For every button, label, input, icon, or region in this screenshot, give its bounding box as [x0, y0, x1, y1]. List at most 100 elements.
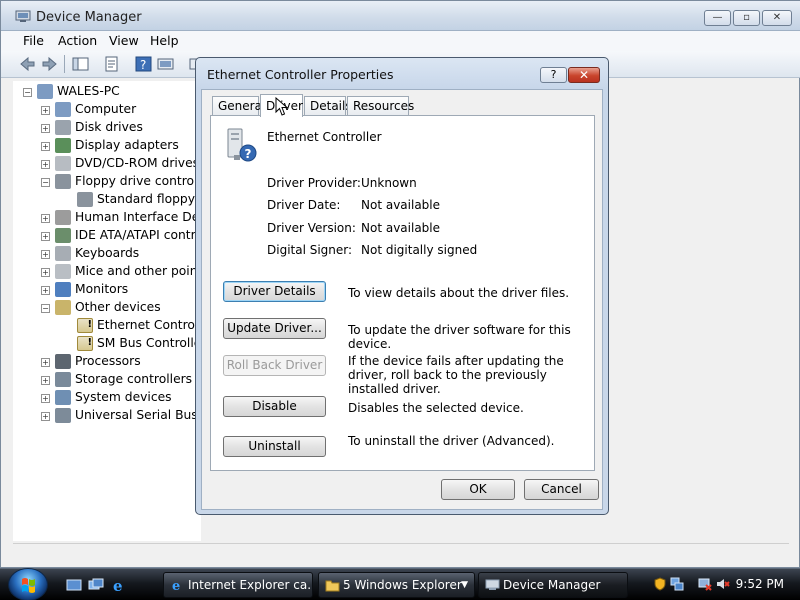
collapse-icon[interactable]: −: [41, 304, 50, 313]
tree-item[interactable]: + Universal Serial Bus controllers: [13, 407, 201, 425]
computer-icon: [55, 102, 71, 117]
mouse-pointer-icon: [275, 97, 289, 116]
show-hide-tree-icon[interactable]: [71, 55, 90, 73]
expand-icon[interactable]: +: [41, 268, 50, 277]
collapse-icon[interactable]: −: [41, 178, 50, 187]
display-adapter-icon: [55, 138, 71, 153]
security-shield-icon[interactable]: [653, 577, 667, 591]
internet-explorer-icon[interactable]: e: [111, 577, 127, 593]
close-button[interactable]: ✕: [762, 10, 792, 26]
show-desktop-icon[interactable]: [66, 577, 82, 593]
expand-icon[interactable]: +: [41, 142, 50, 151]
tree-item-label: Processors: [75, 354, 141, 368]
expand-icon[interactable]: +: [41, 106, 50, 115]
tree-item[interactable]: ! Ethernet Controller: [13, 317, 201, 335]
tree-item[interactable]: − Other devices: [13, 299, 201, 317]
tree-item[interactable]: − WALES-PC: [13, 83, 201, 101]
title-bar[interactable]: Device Manager — ▫ ✕: [1, 1, 800, 31]
dialog-help-button[interactable]: ?: [540, 67, 567, 83]
window-title: Device Manager: [36, 10, 142, 25]
ie-icon: e: [172, 579, 180, 592]
expand-icon[interactable]: +: [41, 286, 50, 295]
menu-action[interactable]: Action: [58, 33, 97, 48]
expand-icon[interactable]: +: [41, 358, 50, 367]
device-tree[interactable]: − WALES-PC + Computer + Disk drives + Display a…: [13, 81, 201, 541]
switch-windows-icon[interactable]: [88, 577, 104, 593]
tree-item[interactable]: + DVD/CD-ROM drives: [13, 155, 201, 173]
expand-icon[interactable]: +: [41, 124, 50, 133]
tree-item[interactable]: + Disk drives: [13, 119, 201, 137]
dialog-body: General Driver Details Resources ? Ether…: [201, 89, 603, 510]
taskbar-button-internet-explorer[interactable]: e Internet Explorer ca...: [163, 572, 313, 598]
expand-icon[interactable]: +: [41, 214, 50, 223]
svg-text:e: e: [172, 579, 180, 592]
forward-arrow-icon[interactable]: [40, 55, 59, 73]
tree-item[interactable]: + Display adapters: [13, 137, 201, 155]
network-disconnected-icon[interactable]: [698, 577, 712, 591]
computer-icon: [37, 84, 53, 99]
roll-back-driver-button[interactable]: Roll Back Driver: [223, 355, 326, 376]
update-driver-button[interactable]: Update Driver...: [223, 318, 326, 339]
minimize-button[interactable]: —: [704, 10, 731, 26]
taskbar-button-label: Internet Explorer ca...: [188, 578, 313, 592]
ok-button[interactable]: OK: [441, 479, 515, 500]
network-icon[interactable]: [670, 577, 684, 591]
floppy-controller-icon: [55, 174, 71, 189]
driver-details-description: To view details about the driver files.: [348, 286, 570, 300]
tree-item[interactable]: Standard floppy disk controller: [13, 191, 201, 209]
dialog-close-button[interactable]: ✕: [568, 67, 600, 83]
tree-item[interactable]: + Human Interface Devices: [13, 209, 201, 227]
maximize-button[interactable]: ▫: [733, 10, 760, 26]
device-manager-icon: [485, 579, 500, 590]
menu-file[interactable]: File: [23, 33, 44, 48]
expand-icon[interactable]: +: [41, 412, 50, 421]
svg-text:?: ?: [245, 147, 252, 161]
help-icon[interactable]: ?: [134, 55, 153, 73]
tree-item-label: Keyboards: [75, 246, 140, 260]
chevron-down-icon[interactable]: ▼: [461, 573, 468, 597]
expand-icon[interactable]: +: [41, 250, 50, 259]
tab-resources[interactable]: Resources: [347, 96, 414, 116]
scan-hardware-icon[interactable]: [156, 55, 175, 73]
tree-item[interactable]: + Processors: [13, 353, 201, 371]
uninstall-button[interactable]: Uninstall: [223, 436, 326, 457]
expand-icon[interactable]: +: [41, 160, 50, 169]
warning-device-icon: !: [77, 318, 93, 333]
tree-item-label: Floppy drive controllers: [75, 174, 201, 188]
tab-details[interactable]: Details: [304, 96, 352, 116]
driver-details-button[interactable]: Driver Details: [223, 281, 326, 302]
taskbar-button-label: 5 Windows Explorer: [343, 578, 462, 592]
tree-item[interactable]: + Mice and other pointing devices: [13, 263, 201, 281]
tree-item[interactable]: + Storage controllers: [13, 371, 201, 389]
tree-item-label: Monitors: [75, 282, 129, 296]
dvd-drive-icon: [55, 156, 71, 171]
cancel-button[interactable]: Cancel: [524, 479, 599, 500]
collapse-icon[interactable]: −: [23, 88, 32, 97]
tree-item[interactable]: + Monitors: [13, 281, 201, 299]
unknown-device-icon: [55, 300, 71, 315]
network-adapter-unknown-icon: ?: [227, 128, 257, 162]
tree-item[interactable]: ! SM Bus Controller: [13, 335, 201, 353]
tree-item[interactable]: + IDE ATA/ATAPI controllers: [13, 227, 201, 245]
taskbar-button-device-manager[interactable]: Device Manager: [478, 572, 628, 598]
monitor-icon: [55, 282, 71, 297]
expand-icon[interactable]: +: [41, 376, 50, 385]
volume-muted-icon[interactable]: [716, 577, 730, 591]
disable-button[interactable]: Disable: [223, 396, 326, 417]
menu-bar: File Action View Help: [1, 31, 800, 51]
tree-item[interactable]: + System devices: [13, 389, 201, 407]
tree-item[interactable]: + Keyboards: [13, 245, 201, 263]
tab-general[interactable]: General: [212, 96, 265, 116]
start-button[interactable]: [8, 568, 48, 600]
tree-item[interactable]: + Computer: [13, 101, 201, 119]
hid-icon: [55, 210, 71, 225]
expand-icon[interactable]: +: [41, 232, 50, 241]
tree-item-label: SM Bus Controller: [97, 336, 201, 350]
tree-item[interactable]: − Floppy drive controllers: [13, 173, 201, 191]
expand-icon[interactable]: +: [41, 394, 50, 403]
properties-icon[interactable]: [102, 55, 121, 73]
menu-view[interactable]: View: [109, 33, 139, 48]
back-arrow-icon[interactable]: [18, 55, 37, 73]
taskbar-button-windows-explorer[interactable]: 5 Windows Explorer ▼: [318, 572, 475, 598]
menu-help[interactable]: Help: [150, 33, 179, 48]
